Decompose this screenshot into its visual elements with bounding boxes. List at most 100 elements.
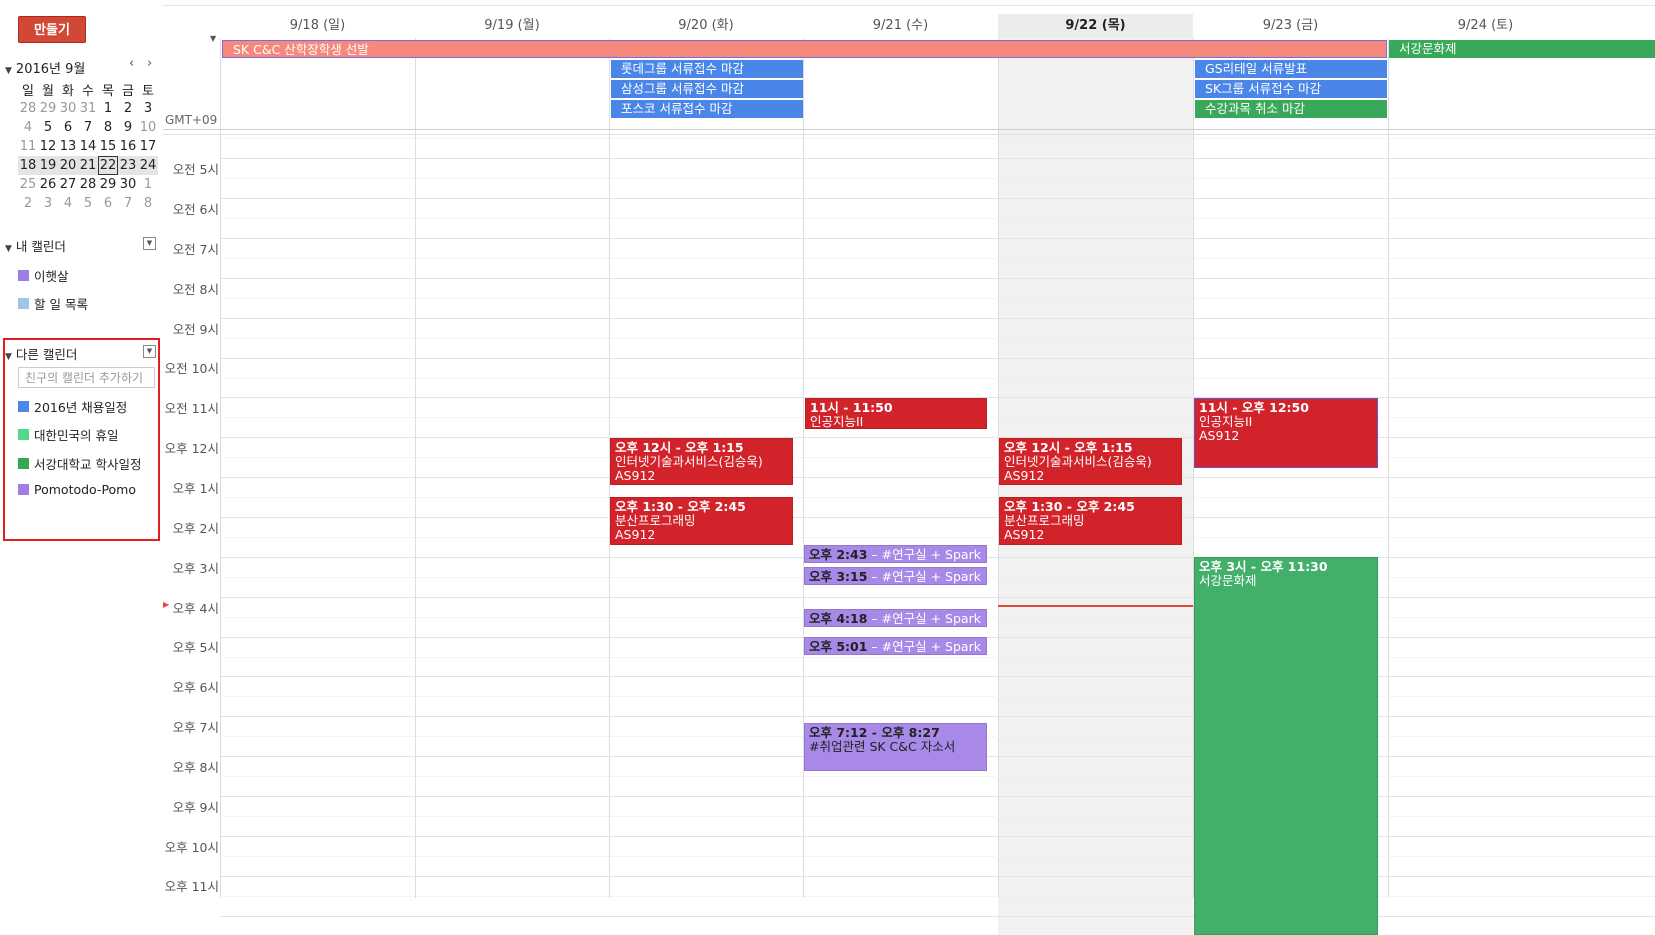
- allday-collapse-icon[interactable]: ▼: [210, 34, 216, 43]
- mini-calendar-week: 28 29 30 31 1 2 3: [18, 99, 158, 118]
- mini-calendar-day[interactable]: 21: [78, 156, 98, 175]
- mini-calendar-day[interactable]: 26: [38, 175, 58, 194]
- calendar-item-recruit[interactable]: 2016년 채용일정: [18, 397, 127, 416]
- hour-label: 오후 2시: [172, 521, 219, 536]
- hour-line: [220, 318, 1655, 319]
- mini-calendar-day[interactable]: 15: [98, 137, 118, 156]
- calendar-item-sogang[interactable]: 서강대학교 학사일정: [18, 454, 141, 473]
- day-header[interactable]: 9/24 (토): [1388, 14, 1583, 38]
- event-distributed-thu[interactable]: 오후 1:30 - 오후 2:45 분산프로그래밍 AS912: [999, 497, 1182, 545]
- mini-calendar-day[interactable]: 7: [118, 194, 138, 213]
- calendar-item-pomotodo[interactable]: Pomotodo-Pomo: [18, 482, 136, 497]
- mini-calendar-day[interactable]: 28: [18, 99, 38, 118]
- mini-calendar-next-button[interactable]: ›: [147, 56, 152, 71]
- mini-calendar-prev-button[interactable]: ‹: [129, 56, 134, 71]
- allday-event-recruit[interactable]: GS리테일 서류발표: [1195, 60, 1387, 78]
- mini-calendar-day[interactable]: 30: [58, 99, 78, 118]
- event-time: 오후 1:30 - 오후 2:45: [615, 499, 746, 514]
- calendar-item-todo[interactable]: 할 일 목록: [18, 294, 88, 313]
- mini-calendar-day[interactable]: 28: [78, 175, 98, 194]
- event-pomodoro[interactable]: 오후 3:15 – #연구실 + Spark: [804, 567, 987, 585]
- mini-calendar-day[interactable]: 18: [18, 156, 38, 175]
- mini-calendar-day[interactable]: 5: [38, 118, 58, 137]
- event-internet-tue[interactable]: 오후 12시 - 오후 1:15 인터넷기술과서비스(김승욱) AS912: [610, 438, 793, 485]
- mini-calendar-day[interactable]: 6: [58, 118, 78, 137]
- mini-calendar-day[interactable]: 20: [58, 156, 78, 175]
- mini-calendar-today[interactable]: 22: [98, 156, 118, 175]
- calendar-item-my-calendar[interactable]: 이햇살: [18, 266, 69, 285]
- mini-calendar-day[interactable]: 7: [78, 118, 98, 137]
- hour-label: 오전 8시: [172, 282, 219, 297]
- allday-event-festival[interactable]: 서강문화제: [1389, 40, 1655, 58]
- mini-calendar-day[interactable]: 30: [118, 175, 138, 194]
- mini-calendar-day[interactable]: 12: [38, 137, 58, 156]
- mini-calendar-day[interactable]: 13: [58, 137, 78, 156]
- mini-calendar-day[interactable]: 31: [78, 99, 98, 118]
- mini-calendar-day[interactable]: 2: [18, 194, 38, 213]
- event-ai-fri[interactable]: 11시 - 오후 12:50 인공지능II AS912: [1194, 398, 1378, 468]
- allday-event-sogang[interactable]: 수강과목 취소 마감: [1195, 100, 1387, 118]
- mini-calendar-day[interactable]: 5: [78, 194, 98, 213]
- mini-calendar-day[interactable]: 1: [98, 99, 118, 118]
- mini-calendar-day[interactable]: 8: [138, 194, 158, 213]
- event-pomodoro[interactable]: 오후 5:01 – #연구실 + Spark: [804, 637, 987, 655]
- hour-label: 오후 11시: [164, 879, 219, 894]
- mini-calendar-day[interactable]: 10: [138, 118, 158, 137]
- mini-calendar-day[interactable]: 3: [138, 99, 158, 118]
- hour-line: [220, 238, 1655, 239]
- mini-calendar-day[interactable]: 4: [18, 118, 38, 137]
- my-calendars-header[interactable]: ▼ 내 캘린더: [5, 236, 66, 255]
- hour-line: [220, 597, 1655, 598]
- mini-calendar-day[interactable]: 29: [98, 175, 118, 194]
- event-sk-essay[interactable]: 오후 7:12 - 오후 8:27 #취업관련 SK C&C 자소서: [804, 723, 987, 771]
- add-friend-calendar-input[interactable]: [18, 367, 155, 388]
- allday-event-recruit[interactable]: 포스코 서류접수 마감: [611, 100, 803, 118]
- weekday-label: 수: [82, 84, 94, 99]
- create-button[interactable]: 만들기: [18, 16, 86, 43]
- mini-calendar-day[interactable]: 27: [58, 175, 78, 194]
- allday-event-sk-banner[interactable]: SK C&C 산학장학생 선발: [222, 40, 1387, 58]
- other-calendars-menu-icon[interactable]: ▼: [143, 345, 156, 358]
- mini-calendar-day[interactable]: 25: [18, 175, 38, 194]
- hour-label: 오후 3시: [172, 561, 219, 576]
- mini-calendar-day[interactable]: 16: [118, 137, 138, 156]
- other-calendars-header[interactable]: ▼ 다른 캘린더: [5, 344, 77, 363]
- day-header[interactable]: 9/21 (수): [803, 14, 998, 38]
- allday-event-recruit[interactable]: 삼성그룹 서류접수 마감: [611, 80, 803, 98]
- day-header-today[interactable]: 9/22 (목): [998, 14, 1193, 38]
- mini-calendar-day[interactable]: 24: [138, 156, 158, 175]
- mini-calendar-day[interactable]: 3: [38, 194, 58, 213]
- event-internet-thu[interactable]: 오후 12시 - 오후 1:15 인터넷기술과서비스(김승욱) AS912: [999, 438, 1182, 485]
- mini-calendar-week: 4 5 6 7 8 9 10: [18, 118, 158, 137]
- my-calendars-menu-icon[interactable]: ▼: [143, 237, 156, 250]
- day-header[interactable]: 9/20 (화): [609, 14, 803, 38]
- event-title: #취업관련 SK C&C 자소서: [809, 739, 956, 754]
- mini-calendar-day[interactable]: 9: [118, 118, 138, 137]
- mini-calendar-day[interactable]: 29: [38, 99, 58, 118]
- mini-calendar-day[interactable]: 6: [98, 194, 118, 213]
- event-pomodoro[interactable]: 오후 2:43 – #연구실 + Spark: [804, 545, 987, 563]
- mini-calendar-header[interactable]: ▼ 2016년 9월: [5, 58, 85, 77]
- calendar-item-holidays[interactable]: 대한민국의 휴일: [18, 425, 118, 444]
- day-header[interactable]: 9/18 (일): [220, 14, 415, 38]
- weekday-label: 금: [122, 84, 134, 99]
- event-pomodoro[interactable]: 오후 4:18 – #연구실 + Spark: [804, 609, 987, 627]
- mini-calendar-day[interactable]: 14: [78, 137, 98, 156]
- mini-calendar-day[interactable]: 17: [138, 137, 158, 156]
- event-ai-wed[interactable]: 11시 - 11:50 인공지능II: [805, 398, 987, 429]
- mini-calendar-day[interactable]: 4: [58, 194, 78, 213]
- mini-calendar-day[interactable]: 2: [118, 99, 138, 118]
- mini-calendar-day[interactable]: 1: [138, 175, 158, 194]
- column-divider: [220, 38, 221, 898]
- day-header[interactable]: 9/23 (금): [1193, 14, 1388, 38]
- event-sogang-festival[interactable]: 오후 3시 - 오후 11:30 서강문화제: [1194, 557, 1378, 935]
- event-distributed-tue[interactable]: 오후 1:30 - 오후 2:45 분산프로그래밍 AS912: [610, 497, 793, 545]
- mini-calendar-day[interactable]: 19: [38, 156, 58, 175]
- mini-calendar-day[interactable]: 11: [18, 137, 38, 156]
- day-header[interactable]: 9/19 (월): [415, 14, 609, 38]
- mini-calendar-day[interactable]: 23: [118, 156, 138, 175]
- allday-event-recruit[interactable]: SK그룹 서류접수 마감: [1195, 80, 1387, 98]
- mini-calendar-day[interactable]: 8: [98, 118, 118, 137]
- allday-event-recruit[interactable]: 롯데그룹 서류접수 마감: [611, 60, 803, 78]
- hour-label: 오전 11시: [164, 401, 219, 416]
